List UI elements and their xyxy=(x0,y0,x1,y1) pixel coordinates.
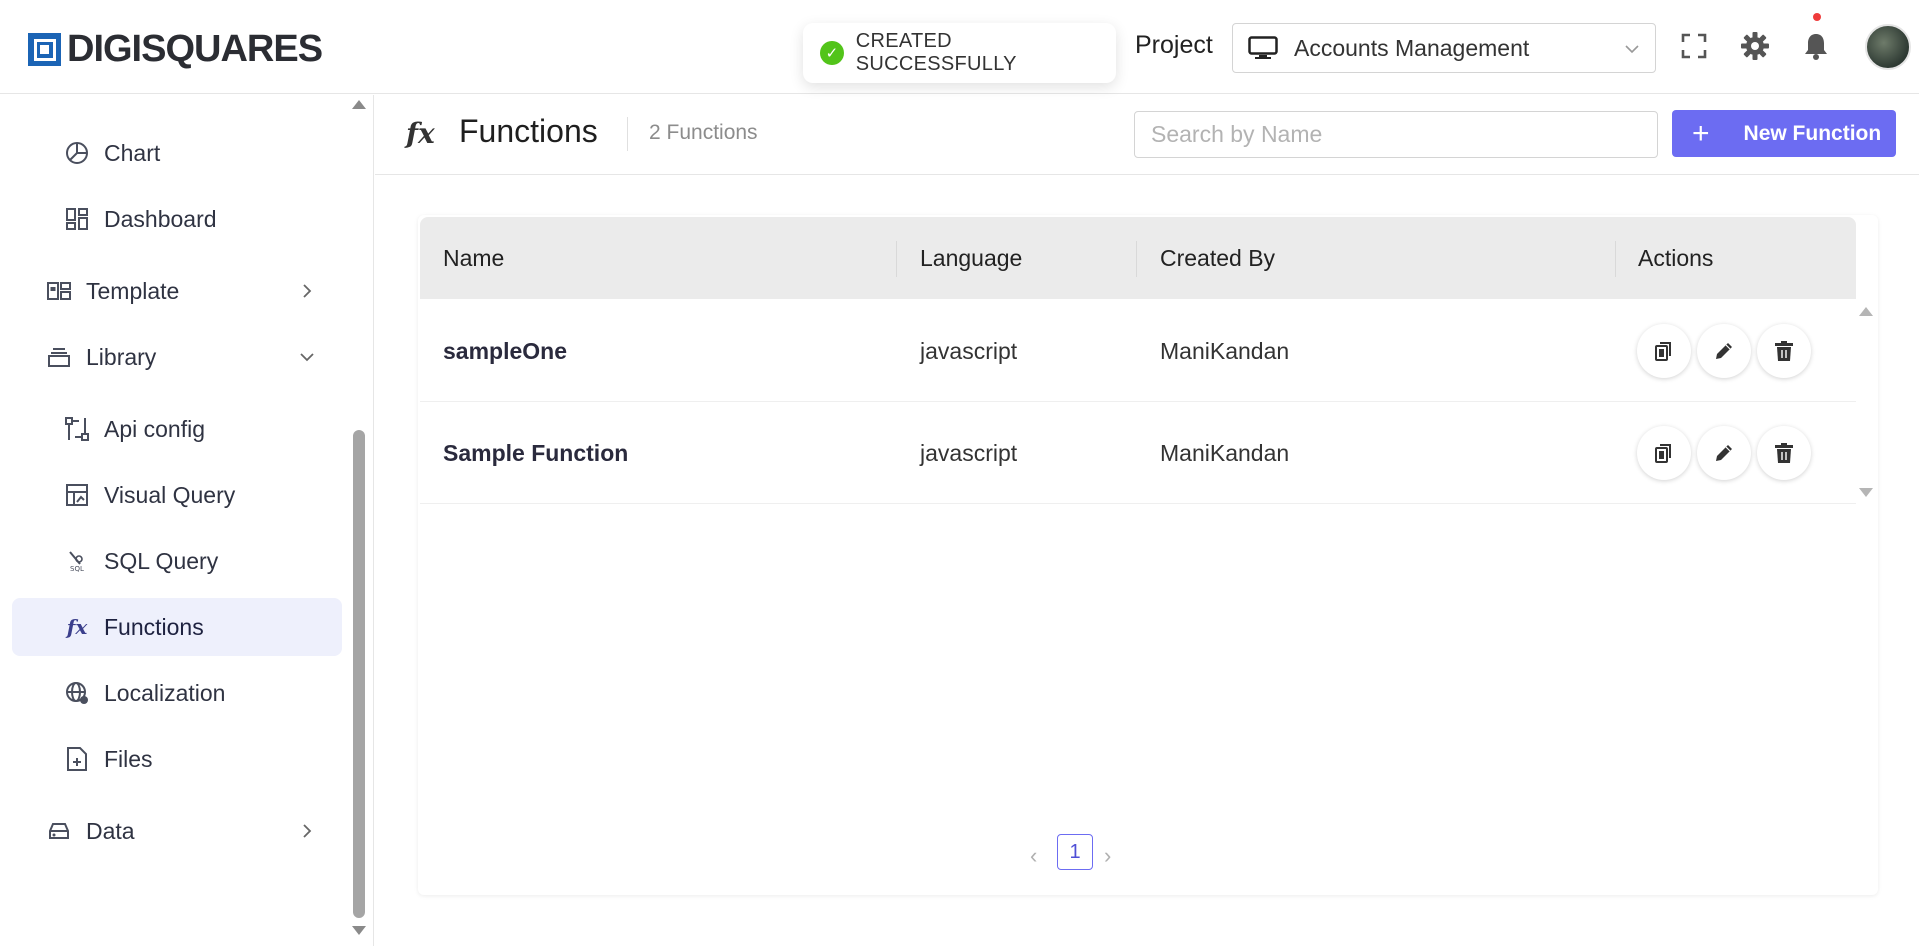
pagination-prev[interactable]: ‹ xyxy=(1030,843,1037,869)
column-divider xyxy=(1136,241,1137,277)
chevron-right-icon xyxy=(303,284,312,298)
toast-message: CREATED SUCCESSFULLY xyxy=(855,30,1017,75)
chevron-right-icon xyxy=(303,824,312,838)
sidebar-item-template[interactable]: Template xyxy=(12,262,342,320)
copy-icon xyxy=(1655,342,1671,361)
fx-icon: fx xyxy=(406,117,435,150)
avatar[interactable] xyxy=(1865,24,1911,70)
column-header-language[interactable]: Language xyxy=(920,245,1022,272)
sidebar-item-localization[interactable]: Localization xyxy=(12,664,342,722)
table-scroll-up-arrow[interactable] xyxy=(1859,307,1873,316)
sidebar-item-dashboard[interactable]: Dashboard xyxy=(12,190,342,248)
function-created-by: ManiKandan xyxy=(1160,338,1290,364)
functions-count: 2 Functions xyxy=(649,121,758,144)
project-label: Project xyxy=(1135,31,1213,59)
file-icon xyxy=(64,746,90,772)
chevron-down-icon xyxy=(300,353,314,362)
sidebar-item-api-config[interactable]: Api config xyxy=(12,400,342,458)
success-toast: ✓ CREATED SUCCESSFULLY xyxy=(803,23,1116,83)
column-divider xyxy=(896,241,897,277)
column-divider xyxy=(1615,241,1616,277)
sidebar-scrollbar[interactable] xyxy=(353,430,365,918)
column-header-created-by[interactable]: Created By xyxy=(1160,245,1275,272)
data-icon xyxy=(46,818,72,844)
svg-text:SQL: SQL xyxy=(70,565,84,572)
monitor-icon xyxy=(1248,36,1278,59)
visual-query-icon xyxy=(64,482,90,508)
logo-text: DIGISQUARES xyxy=(67,28,323,70)
function-language: javascript xyxy=(920,440,1018,466)
pencil-icon xyxy=(1716,445,1732,461)
sidebar-item-label: Library xyxy=(86,343,157,370)
check-circle-icon: ✓ xyxy=(820,41,844,65)
delete-button[interactable] xyxy=(1757,426,1811,480)
column-header-name[interactable]: Name xyxy=(443,245,504,272)
pagination-page[interactable]: 1 xyxy=(1057,834,1093,870)
template-icon xyxy=(46,278,72,304)
sidebar-item-label: Template xyxy=(86,277,180,304)
function-name: Sample Function xyxy=(443,440,629,466)
trash-icon xyxy=(1775,443,1793,463)
sidebar-scroll-down-arrow[interactable] xyxy=(352,926,366,935)
trash-icon xyxy=(1775,341,1793,361)
sidebar-item-library[interactable]: Library xyxy=(12,328,342,386)
sidebar-item-label: Files xyxy=(104,745,153,772)
copy-button[interactable] xyxy=(1637,324,1691,378)
new-function-button[interactable]: + New Function xyxy=(1672,110,1896,157)
chevron-down-icon xyxy=(1625,45,1639,54)
sidebar-item-sql-query[interactable]: SQL SQL Query xyxy=(12,532,342,590)
sidebar-item-label: Chart xyxy=(104,139,161,166)
globe-icon xyxy=(64,680,90,706)
search-input[interactable] xyxy=(1134,111,1658,158)
gear-icon[interactable] xyxy=(1739,30,1771,62)
api-config-icon xyxy=(64,416,90,442)
bell-icon[interactable] xyxy=(1800,30,1832,62)
sidebar-item-label: Dashboard xyxy=(104,205,217,232)
function-name: sampleOne xyxy=(443,338,567,364)
pagination-next[interactable]: › xyxy=(1104,843,1111,869)
pie-chart-icon xyxy=(64,140,90,166)
function-created-by: ManiKandan xyxy=(1160,440,1290,466)
copy-button[interactable] xyxy=(1637,426,1691,480)
sidebar-item-functions[interactable]: fx Functions xyxy=(12,598,342,656)
new-function-label: New Function xyxy=(1743,121,1882,145)
library-icon xyxy=(46,344,72,370)
column-header-actions: Actions xyxy=(1638,245,1714,271)
function-language: javascript xyxy=(920,338,1018,364)
divider xyxy=(627,117,628,151)
sidebar-item-data[interactable]: Data xyxy=(12,802,342,860)
edit-button[interactable] xyxy=(1697,324,1751,378)
pencil-icon xyxy=(1716,343,1732,359)
notification-dot xyxy=(1813,13,1821,21)
page-title: Functions xyxy=(459,113,598,149)
sidebar-scroll-up-arrow[interactable] xyxy=(352,100,366,109)
sidebar-item-files[interactable]: Files xyxy=(12,730,342,788)
sql-query-icon: SQL xyxy=(64,548,90,574)
sidebar-item-label: Localization xyxy=(104,679,226,706)
logo[interactable]: DIGISQUARES xyxy=(28,28,323,71)
copy-icon xyxy=(1655,444,1671,463)
sidebar-item-label: Api config xyxy=(104,415,206,442)
project-select-value: Accounts Management xyxy=(1294,34,1530,61)
plus-icon: + xyxy=(1692,116,1710,150)
sidebar-item-visual-query[interactable]: Visual Query xyxy=(12,466,342,524)
sidebar-item-label: Functions xyxy=(104,613,204,640)
delete-button[interactable] xyxy=(1757,324,1811,378)
logo-mark-icon xyxy=(28,33,61,66)
sidebar-item-label: SQL Query xyxy=(104,547,219,574)
table-scroll-down-arrow[interactable] xyxy=(1859,488,1873,497)
project-select[interactable]: Accounts Management xyxy=(1232,23,1656,73)
fx-icon: fx xyxy=(66,615,88,639)
fullscreen-icon[interactable] xyxy=(1678,30,1710,62)
edit-button[interactable] xyxy=(1697,426,1751,480)
dashboard-icon xyxy=(64,206,90,232)
sidebar-item-label: Data xyxy=(86,817,135,844)
sidebar-item-chart[interactable]: Chart xyxy=(12,124,342,182)
sidebar-item-label: Visual Query xyxy=(104,481,236,508)
